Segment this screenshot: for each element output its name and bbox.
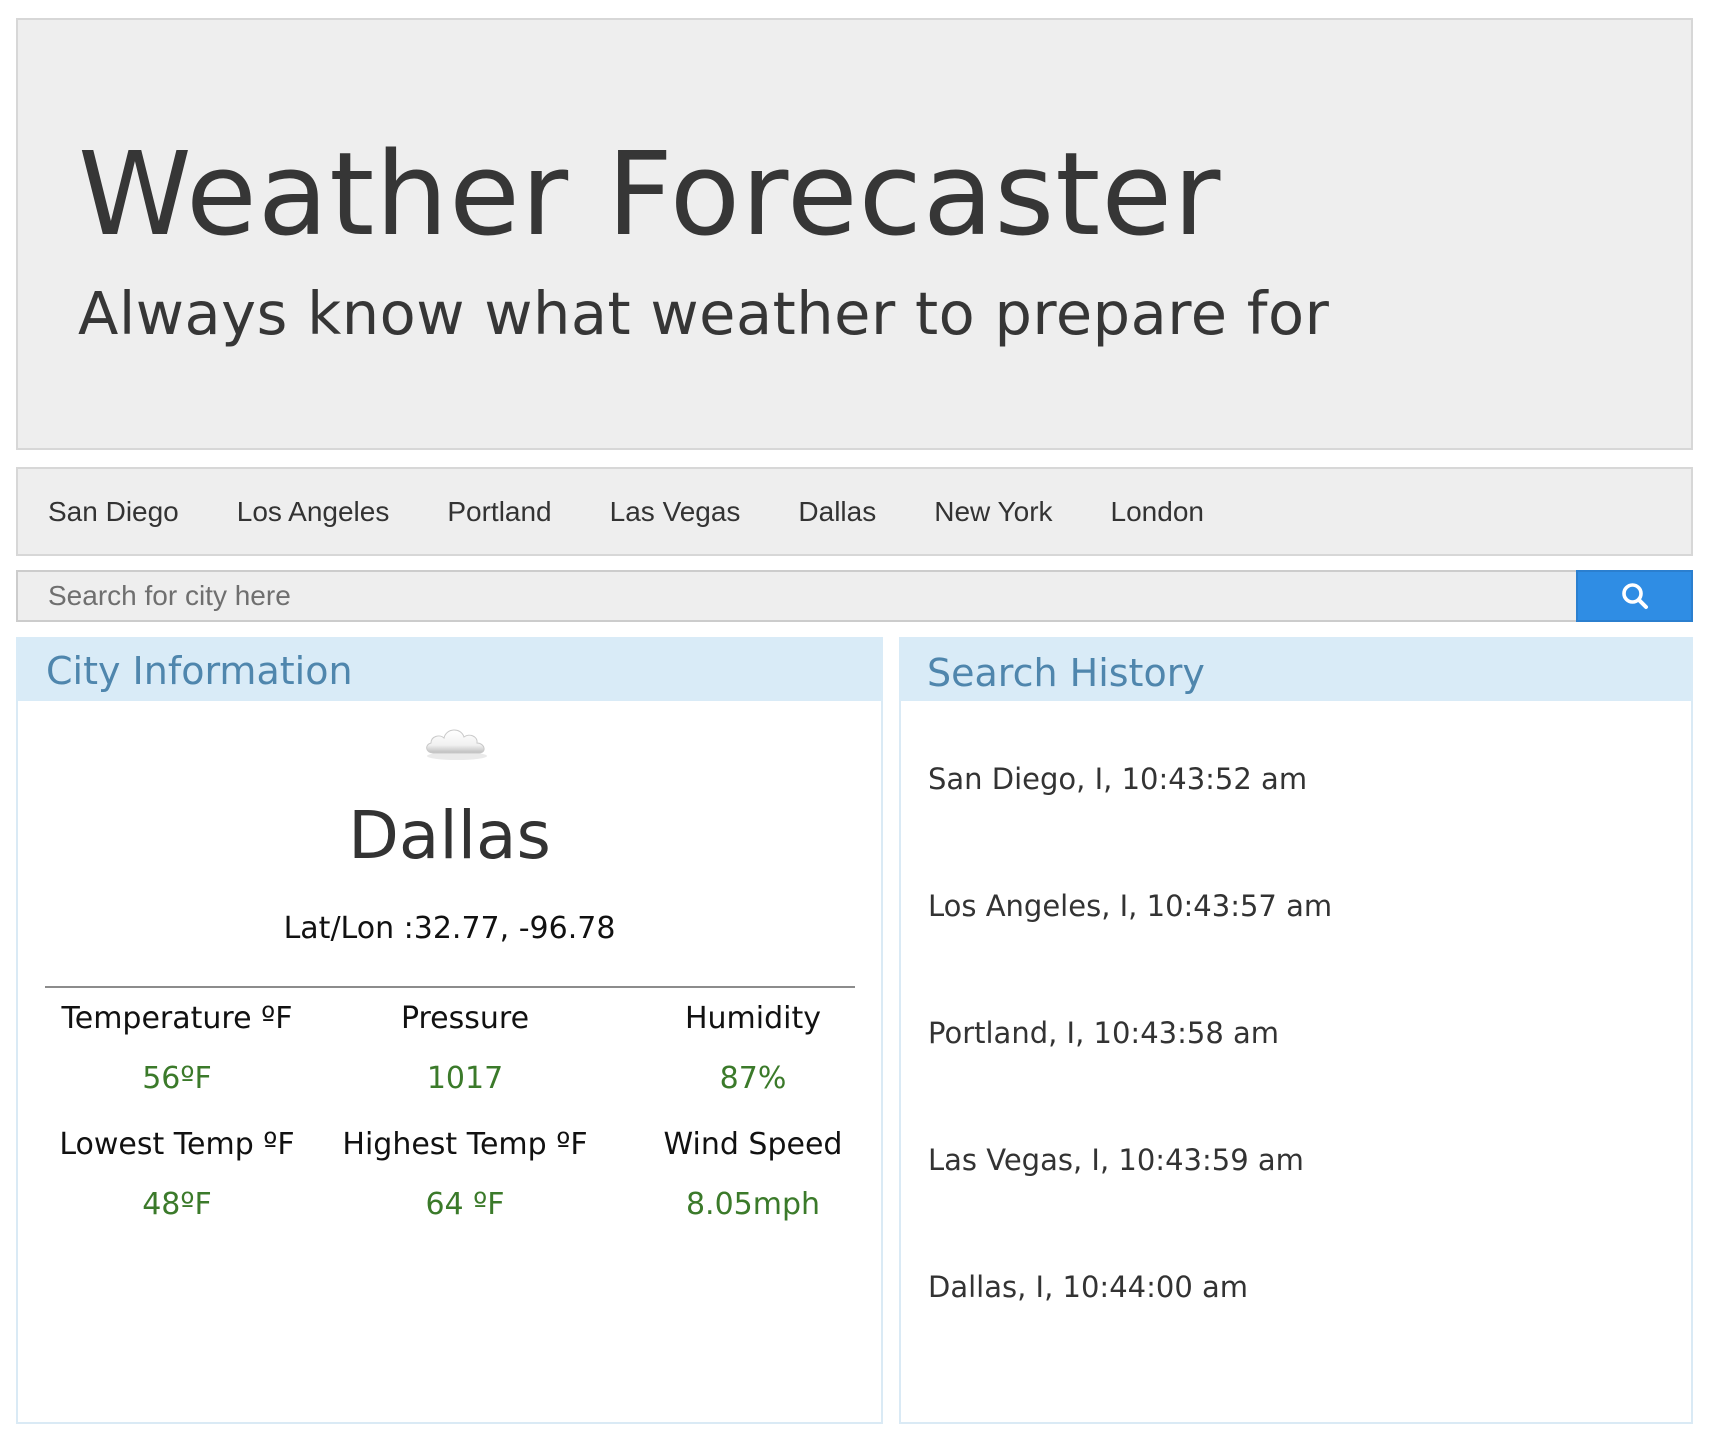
wind-speed-label: Wind Speed <box>663 1127 843 1162</box>
highest-temp-label: Highest Temp ºF <box>342 1127 588 1162</box>
pressure-label: Pressure <box>400 1001 530 1036</box>
page-subtitle: Always know what weather to prepare for <box>78 279 1330 348</box>
nav-item-london[interactable]: London <box>1082 496 1233 528</box>
lowest-temp-stat: Lowest Temp ºF 48ºF <box>37 1130 317 1220</box>
lowest-temp-label: Lowest Temp ºF <box>59 1127 295 1162</box>
nav-item-dallas[interactable]: Dallas <box>769 496 905 528</box>
search-history-panel: Search History San Diego, I, 10:43:52 am… <box>899 637 1693 1424</box>
humidity-value: 87% <box>719 1061 787 1096</box>
stats-divider <box>45 986 855 988</box>
cloud-icon <box>426 729 487 760</box>
city-information-panel: City Information Dallas Lat/Lon :32.77, … <box>16 637 883 1424</box>
lowest-temp-value: 48ºF <box>142 1187 212 1222</box>
history-item[interactable]: Las Vegas, I, 10:43:59 am <box>928 1143 1332 1270</box>
search-history-heading: Search History <box>899 637 1693 701</box>
city-search-input[interactable] <box>16 570 1576 622</box>
search-history-list: San Diego, I, 10:43:52 am Los Angeles, I… <box>928 762 1332 1397</box>
nav-item-portland[interactable]: Portland <box>418 496 580 528</box>
search-bar <box>16 570 1693 622</box>
wind-speed-value: 8.05mph <box>685 1187 821 1222</box>
nav-item-new-york[interactable]: New York <box>905 496 1081 528</box>
history-item[interactable]: Dallas, I, 10:44:00 am <box>928 1270 1332 1397</box>
humidity-stat: Humidity 87% <box>613 1004 893 1094</box>
city-navbar: San Diego Los Angeles Portland Las Vegas… <box>16 467 1693 556</box>
wind-speed-stat: Wind Speed 8.05mph <box>613 1130 893 1220</box>
highest-temp-stat: Highest Temp ºF 64 ºF <box>325 1130 605 1220</box>
nav-item-los-angeles[interactable]: Los Angeles <box>208 496 419 528</box>
header-jumbotron: Weather Forecaster Always know what weat… <box>16 18 1693 450</box>
history-item[interactable]: San Diego, I, 10:43:52 am <box>928 762 1332 889</box>
weather-icon-wrapper <box>421 719 493 765</box>
pressure-value: 1017 <box>426 1061 504 1096</box>
humidity-label: Humidity <box>684 1001 822 1036</box>
lat-lon-text: Lat/Lon :32.77, -96.78 <box>283 911 616 946</box>
city-information-heading: City Information <box>16 637 883 701</box>
temperature-label: Temperature ºF <box>61 1001 293 1036</box>
search-button[interactable] <box>1576 570 1693 622</box>
page-title: Weather Forecaster <box>78 128 1222 262</box>
search-icon <box>1621 583 1648 609</box>
highest-temp-value: 64 ºF <box>425 1187 505 1222</box>
temperature-value: 56ºF <box>142 1061 212 1096</box>
pressure-stat: Pressure 1017 <box>325 1004 605 1094</box>
history-item[interactable]: Portland, I, 10:43:58 am <box>928 1016 1332 1143</box>
temperature-stat: Temperature ºF 56ºF <box>37 1004 317 1094</box>
nav-item-las-vegas[interactable]: Las Vegas <box>581 496 770 528</box>
nav-item-san-diego[interactable]: San Diego <box>18 496 208 528</box>
city-name: Dallas <box>348 797 551 874</box>
history-item[interactable]: Los Angeles, I, 10:43:57 am <box>928 889 1332 1016</box>
